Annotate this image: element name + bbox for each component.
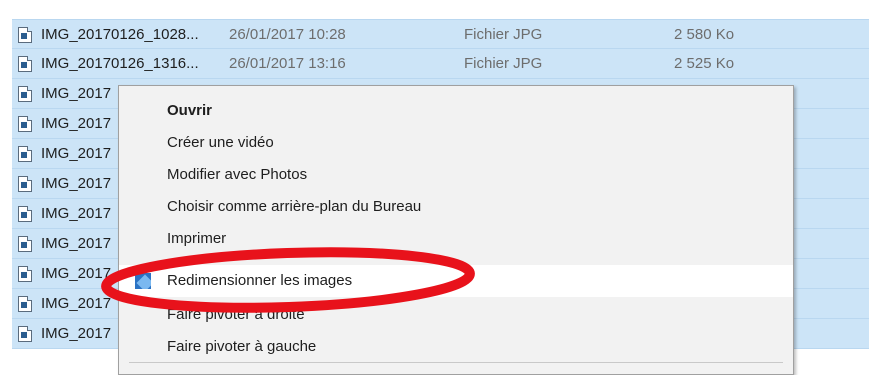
menu-item-label: Faire pivoter à gauche (167, 338, 317, 355)
menu-item-label: Ouvrir (167, 102, 213, 119)
file-size: 2 525 Ko (674, 55, 735, 72)
menu-item-label: Créer une vidéo (167, 134, 274, 151)
file-date: 26/01/2017 13:16 (229, 55, 346, 72)
image-resizer-icon (135, 273, 151, 289)
jpg-file-icon (18, 206, 32, 222)
menu-item-label: Choisir comme arrière-plan du Bureau (167, 198, 422, 215)
file-name: IMG_2017 (41, 85, 112, 102)
file-name: IMG_2017 (41, 235, 112, 252)
menu-item-label: Faire pivoter à droite (167, 306, 305, 323)
menu-item-rotate-right[interactable]: Faire pivoter à droite (119, 299, 793, 331)
file-name: IMG_2017 (41, 265, 112, 282)
file-name: IMG_2017 (41, 205, 112, 222)
jpg-file-icon (18, 236, 32, 252)
menu-item-resize-images[interactable]: Redimensionner les images (119, 265, 793, 297)
file-type: Fichier JPG (464, 55, 543, 72)
jpg-file-icon (18, 146, 32, 162)
menu-item-open[interactable]: Ouvrir (119, 95, 793, 127)
file-name: IMG_20170126_1028... (41, 26, 199, 43)
jpg-file-icon (18, 296, 32, 312)
file-name: IMG_2017 (41, 325, 112, 342)
file-name: IMG_2017 (41, 175, 112, 192)
file-name: IMG_20170126_1316... (41, 55, 199, 72)
file-row[interactable]: IMG_20170126_1316... 26/01/2017 13:16 Fi… (12, 49, 869, 79)
jpg-file-icon (18, 56, 32, 72)
menu-item-print[interactable]: Imprimer (119, 223, 793, 255)
menu-item-label: Imprimer (167, 230, 227, 247)
file-name: IMG_2017 (41, 115, 112, 132)
jpg-file-icon (18, 266, 32, 282)
menu-item-set-desktop-background[interactable]: Choisir comme arrière-plan du Bureau (119, 191, 793, 223)
menu-item-rotate-left[interactable]: Faire pivoter à gauche (119, 331, 793, 363)
file-date: 26/01/2017 10:28 (229, 26, 346, 43)
menu-item-edit-with-photos[interactable]: Modifier avec Photos (119, 159, 793, 191)
menu-separator (129, 362, 783, 363)
jpg-file-icon (18, 86, 32, 102)
file-name: IMG_2017 (41, 295, 112, 312)
menu-item-label: Modifier avec Photos (167, 166, 308, 183)
menu-item-create-video[interactable]: Créer une vidéo (119, 127, 793, 159)
file-size: 2 580 Ko (674, 26, 735, 43)
file-row[interactable]: IMG_20170126_1028... 26/01/2017 10:28 Fi… (12, 19, 869, 49)
jpg-file-icon (18, 176, 32, 192)
jpg-file-icon (18, 326, 32, 342)
jpg-file-icon (18, 27, 32, 43)
menu-item-label: Redimensionner les images (167, 272, 353, 289)
file-type: Fichier JPG (464, 26, 543, 43)
jpg-file-icon (18, 116, 32, 132)
file-name: IMG_2017 (41, 145, 112, 162)
context-menu: Ouvrir Créer une vidéo Modifier avec Pho… (118, 85, 794, 375)
